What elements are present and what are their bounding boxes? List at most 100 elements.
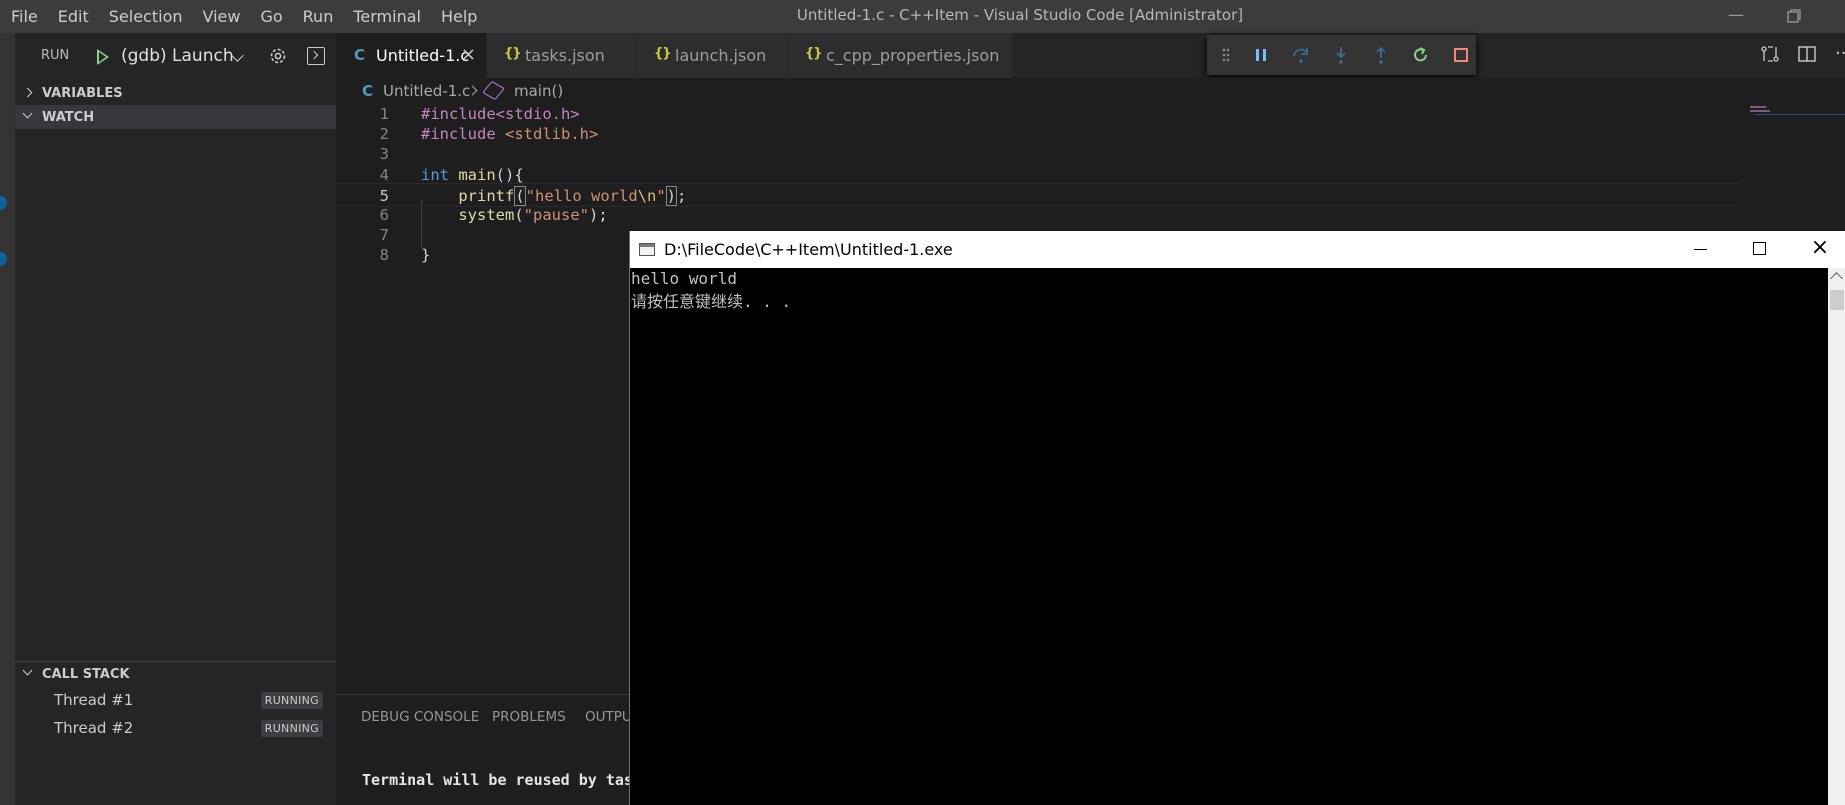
console-line: 请按任意键继续. . . bbox=[631, 292, 792, 311]
tab-label: tasks.json bbox=[525, 46, 605, 65]
tab-label: Untitled-1.c bbox=[376, 46, 470, 65]
menu-go[interactable]: Go bbox=[249, 0, 291, 33]
menu-help[interactable]: Help bbox=[430, 0, 486, 33]
tab-c-cpp-properties-json[interactable]: {} c_cpp_properties.json bbox=[788, 33, 1013, 78]
menu-selection[interactable]: Selection bbox=[98, 0, 192, 33]
line-number: 6 bbox=[379, 206, 389, 224]
code-text: system("pause"); bbox=[421, 206, 608, 224]
minimize-icon[interactable] bbox=[1694, 249, 1707, 250]
variables-header-label: VARIABLES bbox=[42, 86, 123, 101]
terminal-output: Terminal will be reused by tas bbox=[362, 771, 633, 789]
menu-edit[interactable]: Edit bbox=[47, 0, 98, 33]
thread-name: Thread #2 bbox=[54, 719, 134, 737]
tab-tasks-json[interactable]: {} tasks.json bbox=[487, 33, 637, 78]
more-actions-icon[interactable]: ·· bbox=[1835, 43, 1845, 64]
watch-header-label: WATCH bbox=[42, 110, 95, 125]
tab-untitled-1-c[interactable]: C Untitled-1.c × bbox=[336, 33, 487, 78]
run-label: RUN bbox=[41, 48, 70, 63]
breadcrumb: C Untitled-1.c main() bbox=[336, 78, 1845, 104]
c-file-icon: C bbox=[354, 46, 366, 64]
debug-toolbar bbox=[1207, 35, 1476, 75]
compare-changes-icon[interactable] bbox=[1760, 45, 1780, 63]
code-text: #include <stdlib.h> bbox=[421, 125, 598, 143]
line-number: 8 bbox=[379, 246, 389, 265]
vscode-window: File Edit Selection View Go Run Terminal… bbox=[0, 0, 1845, 805]
start-debugging-icon[interactable] bbox=[97, 49, 109, 65]
menu-terminal[interactable]: Terminal bbox=[342, 0, 430, 33]
run-toolbar: RUN (gdb) Launch bbox=[15, 33, 336, 81]
pause-icon[interactable] bbox=[1251, 45, 1271, 65]
split-editor-icon[interactable] bbox=[1797, 45, 1817, 63]
tab-output[interactable]: OUTPU bbox=[585, 709, 632, 725]
restore-icon[interactable] bbox=[1774, 4, 1814, 28]
close-icon[interactable]: × bbox=[461, 44, 476, 65]
step-out-icon[interactable] bbox=[1371, 45, 1391, 65]
line-number: 1 bbox=[379, 105, 389, 123]
code-text: } bbox=[421, 246, 430, 264]
chevron-down-icon bbox=[22, 108, 33, 119]
watch-section-header[interactable]: WATCH bbox=[15, 105, 336, 129]
console-window[interactable]: D:\FileCode\C++Item\Untitled-1.exe × hel… bbox=[629, 231, 1845, 805]
code-token: <stdlib.h> bbox=[505, 125, 599, 144]
scrollbar[interactable] bbox=[1828, 268, 1845, 805]
json-file-icon: {} bbox=[504, 46, 521, 61]
chevron-up-icon[interactable] bbox=[1830, 272, 1843, 285]
tab-problems[interactable]: PROBLEMS bbox=[492, 709, 566, 725]
tab-label: c_cpp_properties.json bbox=[826, 46, 1000, 65]
run-sidebar: RUN (gdb) Launch VARIABLES WATCH CALL ST… bbox=[15, 33, 336, 805]
menu-view[interactable]: View bbox=[192, 0, 250, 33]
console-line: hello world bbox=[631, 269, 737, 288]
launch-config-select[interactable]: (gdb) Launch bbox=[121, 46, 234, 66]
menu-bar: File Edit Selection View Go Run Terminal… bbox=[0, 0, 486, 33]
gear-icon[interactable] bbox=[268, 46, 288, 66]
code-token: "pause" bbox=[523, 206, 589, 224]
minimap-highlight bbox=[1754, 114, 1845, 115]
breadcrumb-file[interactable]: Untitled-1.c bbox=[383, 82, 470, 100]
status-badge: RUNNING bbox=[260, 720, 323, 737]
thread-row[interactable]: Thread #1 RUNNING bbox=[15, 686, 336, 714]
maximize-icon[interactable] bbox=[1753, 242, 1766, 255]
c-file-icon: C bbox=[362, 82, 374, 100]
console-title-bar[interactable]: D:\FileCode\C++Item\Untitled-1.exe × bbox=[630, 231, 1845, 268]
close-icon[interactable]: × bbox=[1808, 235, 1832, 261]
minimize-icon[interactable]: — bbox=[1716, 4, 1756, 28]
json-file-icon: {} bbox=[654, 46, 671, 61]
method-symbol-icon bbox=[482, 80, 505, 101]
debug-console-icon[interactable] bbox=[307, 47, 325, 65]
menu-run[interactable]: Run bbox=[292, 0, 343, 33]
menu-file[interactable]: File bbox=[0, 0, 47, 33]
window-title: Untitled-1.c - C++Item - Visual Studio C… bbox=[796, 6, 1244, 24]
drag-handle-icon[interactable] bbox=[1216, 45, 1236, 65]
code-token: main bbox=[458, 165, 496, 184]
callstack-header-label: CALL STACK bbox=[42, 667, 130, 682]
breadcrumb-symbol[interactable]: main() bbox=[514, 82, 563, 100]
scrollbar-thumb[interactable] bbox=[1830, 290, 1844, 310]
code-token: system bbox=[458, 206, 515, 224]
stop-icon[interactable] bbox=[1451, 45, 1471, 65]
step-into-icon[interactable] bbox=[1331, 45, 1351, 65]
chevron-right-icon bbox=[22, 87, 33, 98]
thread-name: Thread #1 bbox=[54, 691, 134, 709]
line-number: 2 bbox=[379, 125, 389, 144]
minimap[interactable] bbox=[1750, 110, 1770, 112]
chevron-down-icon bbox=[22, 665, 33, 676]
json-file-icon: {} bbox=[805, 46, 822, 61]
code-text: #include<stdio.h> bbox=[421, 105, 580, 123]
tab-debug-console[interactable]: DEBUG CONSOLE bbox=[361, 709, 479, 725]
tab-launch-json[interactable]: {} launch.json bbox=[637, 33, 788, 78]
minimap[interactable] bbox=[1750, 106, 1766, 108]
code-token: ( bbox=[514, 206, 524, 224]
debug-activity-icon[interactable] bbox=[0, 252, 7, 266]
callstack-section-header[interactable]: CALL STACK bbox=[15, 661, 336, 685]
code-token: } bbox=[421, 246, 431, 265]
thread-row[interactable]: Thread #2 RUNNING bbox=[15, 714, 336, 742]
code-token: #include bbox=[421, 125, 505, 144]
code-token: ); bbox=[589, 206, 608, 224]
tab-label: launch.json bbox=[675, 46, 767, 65]
console-title: D:\FileCode\C++Item\Untitled-1.exe bbox=[664, 240, 953, 259]
variables-section-header[interactable]: VARIABLES bbox=[15, 81, 336, 105]
restart-icon[interactable] bbox=[1411, 45, 1431, 65]
activity-bar bbox=[0, 33, 15, 805]
step-over-icon[interactable] bbox=[1291, 45, 1311, 65]
editor-tab-bar: C Untitled-1.c × {} tasks.json {} launch… bbox=[336, 33, 1845, 78]
